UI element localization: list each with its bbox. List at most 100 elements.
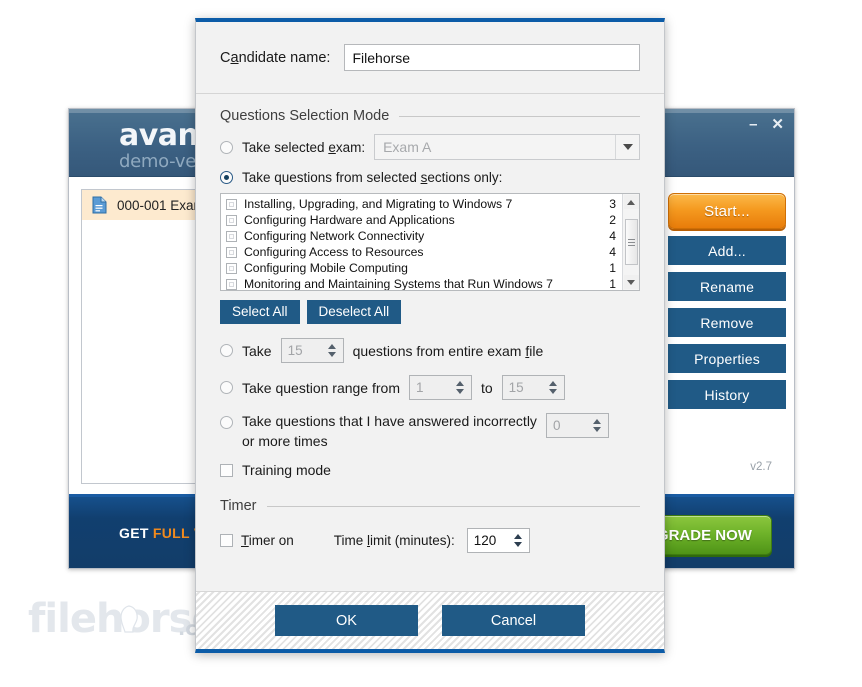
section-checkbox[interactable] — [226, 198, 237, 210]
option-incorrect-questions[interactable]: Take questions that I have answered inco… — [220, 413, 640, 449]
stepper-arrows[interactable] — [326, 339, 343, 362]
section-checkbox[interactable] — [226, 214, 237, 226]
close-icon[interactable]: ✕ — [769, 115, 786, 133]
incorrect-questions-label-line2: or more times — [242, 433, 328, 449]
range-to-label: to — [480, 379, 493, 396]
section-count: 4 — [609, 245, 616, 259]
sections-list[interactable]: Installing, Upgrading, and Migrating to … — [221, 194, 622, 290]
incorrect-count-stepper[interactable]: 0 — [545, 413, 609, 438]
section-count: 1 — [609, 277, 616, 291]
scrollbar-thumb[interactable] — [624, 219, 638, 265]
option-take-count[interactable]: Take 15 questions from entire exam file — [220, 338, 640, 363]
chevron-down-icon[interactable] — [615, 135, 639, 159]
accel-l: l — [367, 533, 371, 548]
radio-take-selected-exam[interactable] — [220, 140, 233, 154]
deselect-all-button[interactable]: Deselect All — [306, 300, 402, 324]
get-label: GET — [119, 525, 149, 541]
range-from-stepper[interactable]: 1 — [408, 375, 472, 400]
section-count: 2 — [609, 213, 616, 227]
horse-head-icon — [120, 605, 138, 633]
candidate-name-input[interactable] — [344, 44, 640, 71]
option-take-selected-exam[interactable]: Take selected exam: Exam A — [220, 134, 640, 160]
accel-f: f — [525, 342, 530, 359]
timer-group: Timer Timer on Time limit (minutes): 120 — [196, 498, 664, 553]
table-row[interactable]: Configuring Hardware and Applications 2 — [221, 212, 622, 228]
group-rule — [266, 505, 640, 507]
table-row[interactable]: Configuring Network Connectivity 4 — [221, 228, 622, 244]
start-button[interactable]: Start... — [668, 193, 786, 229]
timer-on-label: Timer on — [241, 533, 294, 548]
range-to-stepper[interactable]: 15 — [501, 375, 565, 400]
sections-scrollbar[interactable] — [622, 194, 639, 290]
stepper-arrows[interactable] — [547, 376, 564, 399]
table-row[interactable]: Installing, Upgrading, and Migrating to … — [221, 196, 622, 212]
section-name: Installing, Upgrading, and Migrating to … — [244, 197, 513, 211]
incorrect-questions-label-line1: Take questions that I have answered inco… — [242, 413, 537, 429]
timer-group-title: Timer — [220, 498, 257, 514]
version-label: v2.7 — [750, 461, 772, 473]
cancel-button[interactable]: Cancel — [442, 605, 585, 636]
take-from-sections-label: Take questions from selected sections on… — [242, 170, 503, 185]
section-select-buttons: Select All Deselect All — [220, 300, 640, 324]
training-mode-checkbox[interactable] — [220, 463, 233, 477]
section-count: 4 — [609, 229, 616, 243]
option-question-range[interactable]: Take question range from 1 to 15 — [220, 375, 640, 400]
range-to-value: 15 — [508, 380, 524, 395]
radio-take-count[interactable] — [220, 344, 233, 357]
add-button[interactable]: Add... — [668, 236, 786, 265]
table-row[interactable]: Monitoring and Maintaining Systems that … — [221, 276, 622, 291]
accel-a: a — [230, 49, 239, 66]
history-button[interactable]: History — [668, 380, 786, 409]
exam-select-combobox[interactable]: Exam A — [374, 134, 640, 160]
time-limit-label: Time limit (minutes): — [333, 533, 455, 548]
select-all-button[interactable]: Select All — [220, 300, 300, 324]
sections-listbox[interactable]: Installing, Upgrading, and Migrating to … — [220, 193, 640, 291]
timer-on-checkbox[interactable] — [220, 534, 233, 547]
section-checkbox[interactable] — [226, 230, 237, 242]
accel-t: T — [241, 533, 249, 548]
ok-button[interactable]: OK — [275, 605, 418, 636]
stepper-arrows[interactable] — [591, 414, 608, 437]
radio-incorrect-questions[interactable] — [220, 416, 233, 429]
option-take-from-sections[interactable]: Take questions from selected sections on… — [220, 170, 640, 185]
questions-group-title: Questions Selection Mode — [220, 108, 390, 124]
radio-question-range[interactable] — [220, 381, 233, 394]
exam-select-value: Exam A — [383, 139, 432, 155]
group-rule — [399, 115, 640, 117]
section-name: Configuring Mobile Computing — [244, 261, 408, 275]
dialog-footer: OK Cancel — [196, 591, 664, 649]
exam-item-label: 000-001 Exam — [117, 197, 205, 213]
section-name: Configuring Hardware and Applications — [244, 213, 455, 227]
radio-take-from-sections[interactable] — [220, 171, 233, 184]
rename-button[interactable]: Rename — [668, 272, 786, 301]
timer-group-header: Timer — [220, 498, 640, 514]
table-row[interactable]: Configuring Access to Resources 4 — [221, 244, 622, 260]
section-name: Monitoring and Maintaining Systems that … — [244, 277, 553, 291]
questions-selection-group: Questions Selection Mode Take selected e… — [196, 108, 664, 185]
candidate-name-row: Candidate name: — [196, 22, 664, 94]
scroll-up-icon[interactable] — [623, 195, 639, 209]
stepper-arrows[interactable] — [454, 376, 471, 399]
document-icon — [92, 196, 107, 214]
section-checkbox[interactable] — [226, 246, 237, 258]
take-count-value: 15 — [287, 343, 303, 358]
section-checkbox[interactable] — [226, 262, 237, 274]
training-mode-row[interactable]: Training mode — [220, 462, 640, 478]
section-count: 3 — [609, 197, 616, 211]
screen-root: filehorse .com avanset demo-version – ✕ — [0, 0, 862, 687]
remove-button[interactable]: Remove — [668, 308, 786, 337]
scroll-down-icon[interactable] — [623, 275, 639, 289]
exam-settings-dialog: Candidate name: Questions Selection Mode… — [195, 18, 665, 653]
training-mode-label: Training mode — [242, 462, 331, 478]
incorrect-count-value: 0 — [552, 418, 561, 433]
exam-action-buttons: Start... Add... Rename Remove Properties… — [668, 193, 786, 409]
accel-e: e — [328, 139, 336, 155]
time-limit-value: 120 — [473, 533, 497, 548]
time-limit-stepper[interactable]: 120 — [466, 528, 530, 553]
properties-button[interactable]: Properties — [668, 344, 786, 373]
take-count-stepper[interactable]: 15 — [280, 338, 344, 363]
section-checkbox[interactable] — [226, 278, 237, 290]
stepper-arrows[interactable] — [512, 529, 529, 552]
table-row[interactable]: Configuring Mobile Computing 1 — [221, 260, 622, 276]
minimize-icon[interactable]: – — [747, 116, 759, 133]
